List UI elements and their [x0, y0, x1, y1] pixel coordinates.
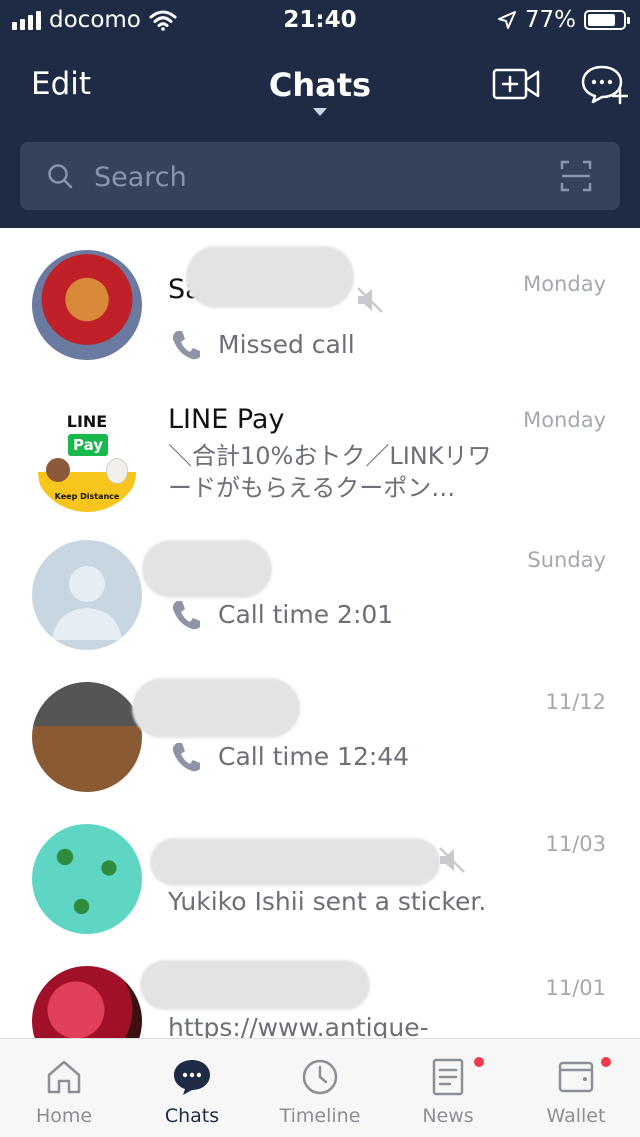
status-bar: docomo 21:40 77% [0, 0, 640, 44]
tab-label: Wallet [546, 1105, 606, 1127]
chat-preview: Call time 2:01 [168, 597, 393, 633]
muted-icon [357, 287, 383, 313]
tab-home[interactable]: Home [0, 1039, 128, 1137]
chat-row[interactable]: 11/01 https://www.antique- [0, 960, 640, 1038]
tab-chats[interactable]: Chats [128, 1039, 256, 1137]
chat-date: 11/01 [545, 976, 606, 1000]
pay-logo-text: Pay [68, 434, 108, 456]
chat-message: Missed call [218, 330, 355, 359]
chat-message: Yukiko Ishii sent a sticker. [168, 887, 487, 916]
tab-label: News [422, 1105, 474, 1127]
page-title[interactable]: Chats [0, 66, 640, 104]
muted-icon [439, 847, 465, 873]
tab-wallet[interactable]: Wallet [512, 1039, 640, 1137]
frog-pattern-avatar [32, 824, 142, 934]
home-icon [47, 1060, 81, 1094]
default-avatar [32, 540, 142, 650]
title-dropdown-caret-icon[interactable] [313, 108, 327, 116]
chat-message: Call time 2:01 [218, 600, 394, 629]
chat-message: Call time 12:44 [218, 742, 410, 771]
location-arrow-icon [497, 11, 516, 29]
phone-icon [172, 331, 200, 360]
brown-character [46, 458, 70, 482]
cony-character [106, 458, 128, 484]
chat-row[interactable]: 11/03 Yukiko Ishii sent a sticker. [0, 824, 640, 964]
chat-date: Sunday [527, 548, 606, 572]
search-input[interactable] [92, 156, 536, 198]
flower-avatar [32, 966, 142, 1038]
tab-timeline[interactable]: Timeline [256, 1039, 384, 1137]
battery-icon [584, 10, 630, 30]
news-badge-dot [474, 1057, 484, 1067]
redacted-name [150, 838, 440, 886]
new-chat-icon[interactable] [580, 63, 628, 105]
chat-preview: Call time 12:44 [168, 739, 409, 775]
avatar [32, 250, 142, 360]
chat-message: ＼合計10%おトク／LINKリワードがもらえるクーポン… [168, 442, 492, 502]
wallet-badge-dot [601, 1057, 611, 1067]
chat-name: LINE Pay [168, 404, 285, 435]
news-icon [432, 1058, 464, 1096]
line-logo-text: LINE [66, 412, 108, 431]
redacted-name [186, 246, 354, 308]
chat-row[interactable]: Sa Monday Missed call [0, 246, 640, 386]
redacted-name [142, 540, 272, 598]
phone-icon [172, 601, 200, 630]
person-silhouette-icon [52, 566, 122, 640]
chat-row[interactable]: LINE Pay Keep Distance LINE Pay Monday ＼… [0, 398, 640, 538]
search-icon [48, 164, 73, 189]
chat-list[interactable]: Sa Monday Missed call LINE Pay Keep Dist… [0, 228, 640, 1038]
avatar [32, 682, 142, 792]
qr-scan-icon[interactable] [560, 160, 592, 192]
top-bar: docomo 21:40 77% Edit Chats [0, 0, 640, 228]
chat-row[interactable]: Sunday Call time 2:01 [0, 540, 640, 680]
video-call-icon[interactable] [492, 66, 540, 102]
clock-icon [302, 1059, 338, 1095]
chat-date: 11/12 [545, 690, 606, 714]
tab-bar: Home Chats Timeline News Wallet [0, 1038, 640, 1137]
tab-news[interactable]: News [384, 1039, 512, 1137]
line-pay-avatar: LINE Pay Keep Distance [32, 402, 142, 512]
chat-date: 11/03 [545, 832, 606, 856]
redacted-name [132, 678, 300, 738]
redacted-name [140, 960, 370, 1010]
chat-message: https://www.antique- [168, 1013, 429, 1038]
battery-percent: 77% [524, 7, 576, 33]
tab-label: Chats [164, 1105, 220, 1127]
phone-icon [172, 743, 200, 772]
chat-row[interactable]: 11/12 Call time 12:44 [0, 678, 640, 822]
chat-date: Monday [523, 272, 606, 296]
wallet-icon [558, 1061, 594, 1093]
tab-label: Timeline [279, 1105, 361, 1127]
chat-preview: Missed call [168, 327, 355, 363]
search-bar[interactable] [20, 142, 620, 210]
chats-icon [174, 1060, 210, 1095]
tab-label: Home [35, 1105, 93, 1127]
chat-date: Monday [523, 408, 606, 432]
